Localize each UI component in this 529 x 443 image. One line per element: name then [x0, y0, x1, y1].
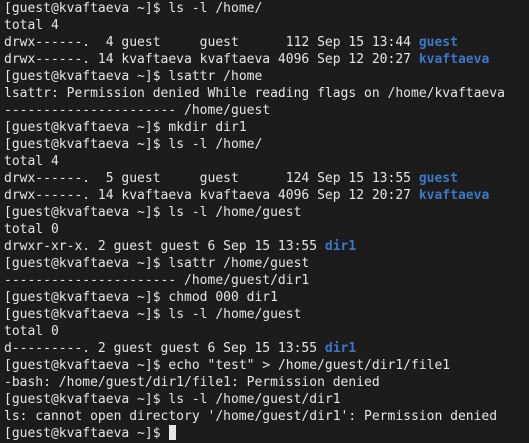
command-text: ls -l /home/ [168, 137, 263, 152]
directory-name: dir1 [324, 239, 357, 254]
output-line: -bash: /home/guest/dir1/file1: Permissio… [4, 374, 529, 391]
output-text: ---------------------- /home/guest/dir1 [4, 273, 310, 288]
listing-details: drwx------. 14 kvaftaeva kvaftaeva 4096 … [4, 52, 419, 67]
command-line: [guest@kvaftaeva ~]$ chmod 000 dir1 [4, 289, 529, 306]
listing-details: d---------. 2 guest guest 6 Sep 15 13:55 [4, 341, 325, 356]
command-line: [guest@kvaftaeva ~]$ lsattr /home [4, 68, 529, 85]
command-line: [guest@kvaftaeva ~]$ ls -l /home/ [4, 0, 529, 17]
shell-prompt: [guest@kvaftaeva ~]$ [4, 426, 169, 441]
output-line: total 0 [4, 221, 529, 238]
output-line: total 4 [4, 153, 529, 170]
output-text: ---------------------- /home/guest [4, 103, 271, 118]
command-line: [guest@kvaftaeva ~]$ ls -l /home/guest/d… [4, 391, 529, 408]
output-text: lsattr: Permission denied While reading … [4, 86, 505, 101]
directory-name: kvaftaeva [418, 188, 490, 203]
listing-details: drwx------. 5 guest guest 124 Sep 15 13:… [4, 171, 419, 186]
shell-prompt: [guest@kvaftaeva ~]$ [4, 358, 169, 373]
output-text: total 4 [4, 18, 59, 33]
output-line: total 0 [4, 323, 529, 340]
directory-name: dir1 [324, 341, 357, 356]
command-text: lsattr /home/guest [168, 256, 310, 271]
shell-prompt: [guest@kvaftaeva ~]$ [4, 137, 169, 152]
output-line: ls: cannot open directory '/home/guest/d… [4, 408, 529, 425]
output-text: ls: cannot open directory '/home/guest/d… [4, 409, 498, 424]
directory-name: guest [418, 35, 458, 50]
listing-row: drwx------. 4 guest guest 112 Sep 15 13:… [4, 34, 529, 51]
listing-row: drwx------. 5 guest guest 124 Sep 15 13:… [4, 170, 529, 187]
listing-details: drwx------. 14 kvaftaeva kvaftaeva 4096 … [4, 188, 419, 203]
shell-prompt: [guest@kvaftaeva ~]$ [4, 307, 169, 322]
shell-prompt: [guest@kvaftaeva ~]$ [4, 120, 169, 135]
command-text: lsattr /home [168, 69, 263, 84]
directory-name: guest [418, 171, 458, 186]
output-line: ---------------------- /home/guest [4, 102, 529, 119]
command-text: ls -l /home/guest [168, 205, 302, 220]
command-line: [guest@kvaftaeva ~]$ lsattr /home/guest [4, 255, 529, 272]
command-text: ls -l /home/guest/dir1 [168, 392, 341, 407]
listing-row: drwxr-xr-x. 2 guest guest 6 Sep 15 13:55… [4, 238, 529, 255]
shell-prompt: [guest@kvaftaeva ~]$ [4, 205, 169, 220]
command-line: [guest@kvaftaeva ~]$ ls -l /home/guest [4, 204, 529, 221]
shell-prompt: [guest@kvaftaeva ~]$ [4, 256, 169, 271]
shell-prompt: [guest@kvaftaeva ~]$ [4, 1, 169, 16]
command-text: chmod 000 dir1 [168, 290, 278, 305]
command-line: [guest@kvaftaeva ~]$ ls -l /home/ [4, 136, 529, 153]
shell-prompt: [guest@kvaftaeva ~]$ [4, 290, 169, 305]
output-text: total 0 [4, 324, 59, 339]
terminal-window[interactable]: [guest@kvaftaeva ~]$ ls -l /home/total 4… [0, 0, 529, 443]
output-text: -bash: /home/guest/dir1/file1: Permissio… [4, 375, 380, 390]
output-text: total 4 [4, 154, 59, 169]
listing-row: drwx------. 14 kvaftaeva kvaftaeva 4096 … [4, 51, 529, 68]
command-line: [guest@kvaftaeva ~]$ echo "test" > /home… [4, 357, 529, 374]
text-cursor [169, 425, 177, 440]
directory-name: kvaftaeva [418, 52, 490, 67]
command-line: [guest@kvaftaeva ~]$ ls -l /home/guest [4, 306, 529, 323]
listing-row: drwx------. 14 kvaftaeva kvaftaeva 4096 … [4, 187, 529, 204]
output-line: ---------------------- /home/guest/dir1 [4, 272, 529, 289]
output-line: total 4 [4, 17, 529, 34]
command-text: mkdir dir1 [168, 120, 247, 135]
command-text: ls -l /home/guest [168, 307, 302, 322]
listing-details: drwxr-xr-x. 2 guest guest 6 Sep 15 13:55 [4, 239, 325, 254]
active-prompt-line: [guest@kvaftaeva ~]$ [4, 425, 529, 442]
listing-details: drwx------. 4 guest guest 112 Sep 15 13:… [4, 35, 419, 50]
command-line: [guest@kvaftaeva ~]$ mkdir dir1 [4, 119, 529, 136]
command-text: echo "test" > /home/guest/dir1/file1 [168, 358, 451, 373]
command-text: ls -l /home/ [168, 1, 263, 16]
shell-prompt: [guest@kvaftaeva ~]$ [4, 69, 169, 84]
output-line: lsattr: Permission denied While reading … [4, 85, 529, 102]
listing-row: d---------. 2 guest guest 6 Sep 15 13:55… [4, 340, 529, 357]
output-text: total 0 [4, 222, 59, 237]
shell-prompt: [guest@kvaftaeva ~]$ [4, 392, 169, 407]
